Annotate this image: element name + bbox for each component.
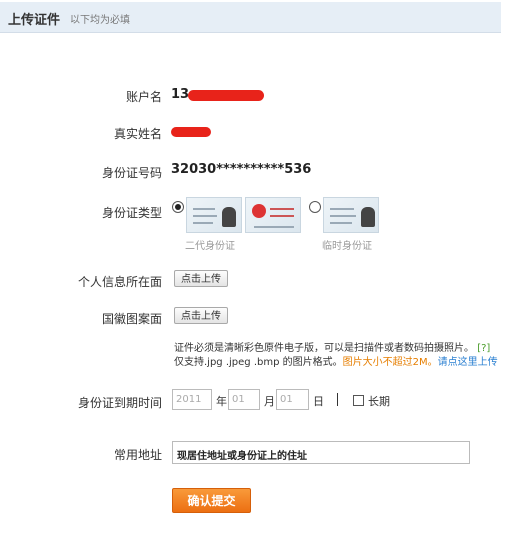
upload-here-link[interactable]: 请点这里上传 bbox=[438, 357, 498, 368]
idtype-option-label-second-gen: 二代身份证 bbox=[185, 241, 235, 252]
temp-id-card-image bbox=[323, 197, 379, 233]
help-link[interactable]: [?] bbox=[477, 343, 490, 354]
idno-label: 身份证号码 bbox=[101, 166, 162, 180]
upload-emblem-side-button[interactable]: 点击上传 bbox=[174, 307, 228, 324]
expiry-day-input[interactable]: 01 bbox=[276, 389, 309, 410]
account-redaction bbox=[188, 90, 264, 101]
account-value: 13 bbox=[171, 87, 190, 102]
upload-info-side-button[interactable]: 点击上传 bbox=[174, 270, 228, 287]
account-label: 账户名 bbox=[125, 90, 162, 104]
separator bbox=[337, 393, 338, 406]
note-line1: 证件必须是清晰彩色原件电子版，可以是扫描件或者数码拍摄照片。 bbox=[174, 343, 474, 354]
section-subtitle: 以下均为必填 bbox=[70, 15, 130, 26]
idtype-radio-temporary[interactable] bbox=[309, 201, 321, 213]
section-title: 上传证件 bbox=[8, 13, 61, 28]
upload-note: 证件必须是清晰彩色原件电子版，可以是扫描件或者数码拍摄照片。 [?] 仅支持.j… bbox=[174, 342, 504, 370]
year-unit: 年 bbox=[216, 395, 227, 408]
submit-button[interactable]: 确认提交 bbox=[172, 488, 251, 513]
idno-value: 32030**********536 bbox=[171, 162, 312, 177]
address-label: 常用地址 bbox=[113, 448, 162, 462]
longterm-checkbox[interactable] bbox=[353, 395, 364, 406]
expiry-label: 身份证到期时间 bbox=[77, 396, 162, 410]
day-unit: 日 bbox=[313, 395, 324, 408]
id-card-front-image bbox=[186, 197, 242, 233]
realname-label: 真实姓名 bbox=[113, 127, 162, 141]
address-input[interactable]: 现居住地址或身份证上的住址 bbox=[172, 441, 470, 464]
realname-redaction bbox=[171, 127, 211, 137]
section-header: 上传证件 以下均为必填 bbox=[0, 2, 501, 33]
expiry-year-input[interactable]: 2011 bbox=[172, 389, 212, 410]
note-size-limit: 图片大小不超过2M。 bbox=[342, 357, 438, 368]
id-card-back-image bbox=[245, 197, 301, 233]
idtype-option-label-temporary: 临时身份证 bbox=[322, 241, 372, 252]
longterm-label: 长期 bbox=[368, 395, 390, 408]
emblem-side-label: 国徽图案面 bbox=[101, 312, 162, 326]
idtype-label: 身份证类型 bbox=[101, 206, 162, 220]
month-unit: 月 bbox=[264, 395, 275, 408]
note-line2: 仅支持.jpg .jpeg .bmp 的图片格式。 bbox=[174, 357, 343, 368]
idtype-radio-second-gen[interactable] bbox=[172, 201, 184, 213]
expiry-month-input[interactable]: 01 bbox=[228, 389, 260, 410]
info-side-label: 个人信息所在面 bbox=[77, 275, 162, 289]
